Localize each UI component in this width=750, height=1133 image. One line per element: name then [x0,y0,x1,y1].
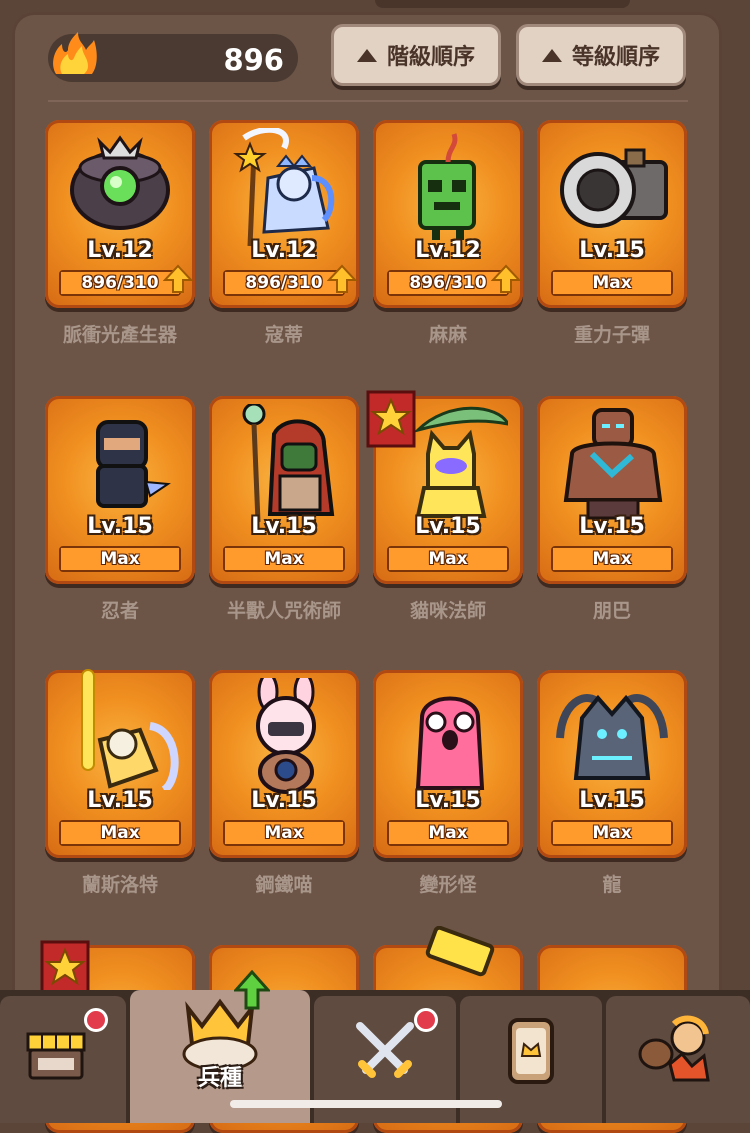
home-indicator [230,1100,502,1108]
progress-bar: Max [551,270,673,296]
flame-icon [53,32,97,74]
notification-badge [84,1008,108,1032]
unit-name: 重力子彈 [573,324,650,346]
bunny-robot-icon [256,678,316,794]
cactus-icon [418,133,476,240]
guild-icon [638,1015,710,1082]
green-up-arrow-icon [234,970,270,1010]
sort-by-level-button[interactable]: 等級順序 [516,24,686,86]
unit-level: Lv.12 [415,238,481,263]
orc-shaman-icon [242,404,335,523]
ice-mage-icon [233,128,335,247]
unit-name: 脈衝光產生器 [62,324,177,346]
unit-card[interactable]: Lv.12 896/310 [373,120,523,308]
progress-bar: Max [59,820,181,846]
hammer-icon [425,926,495,977]
unit-card[interactable]: Lv.15 Max [537,396,687,584]
card-icon [508,1018,554,1084]
progress-bar: Max [223,820,345,846]
upgrade-arrow-icon [491,264,521,293]
unit-name: 忍者 [100,600,139,622]
unit-card[interactable]: Lv.15 Max [209,396,359,584]
star-flag-icon [366,390,416,448]
currency-value: 896 [223,43,284,77]
triangle-up-icon [541,48,562,62]
sort-by-rank-button[interactable]: 階級順序 [331,24,501,86]
divider [48,100,688,102]
unit-level: Lv.15 [87,514,153,539]
tab-units-label: 兵種 [197,1066,242,1091]
unit-level: Lv.15 [415,788,481,813]
sort-by-rank-label: 階級順序 [386,45,475,70]
unit-name: 半獸人咒術師 [226,600,341,622]
unit-level: Lv.15 [579,788,645,813]
unit-name: 朋巴 [592,600,631,622]
unit-card[interactable]: Lv.15 Max [45,669,195,858]
golem-icon [563,408,663,520]
cannon-icon [560,148,668,228]
unit-card[interactable]: Lv.15 Max [45,396,195,584]
sort-by-level-label: 等級順序 [571,45,660,70]
unit-level: Lv.15 [415,514,481,539]
unit-level: Lv.15 [87,788,153,813]
unit-name: 鋼鐵喵 [255,874,313,896]
notification-badge [414,1008,438,1032]
unit-level: Lv.15 [579,514,645,539]
tab-shop[interactable] [0,996,126,1123]
upgrade-arrow-icon [327,264,357,293]
tab-guild[interactable] [606,996,750,1123]
shop-icon [26,1032,86,1080]
progress-bar: Max [387,546,509,572]
unit-name: 寇蒂 [264,324,303,346]
unit-name: 貓咪法師 [409,600,486,622]
unit-name: 蘭斯洛特 [81,874,158,896]
progress-bar: Max [387,820,509,846]
pulse-light-generator-icon [70,135,170,230]
ninja-icon [96,420,171,508]
unit-name: 麻麻 [428,324,467,346]
upgrade-arrow-icon [163,264,193,293]
unit-card[interactable]: Lv.15 Max [537,670,687,858]
unit-name: 龍 [602,874,622,896]
unit-level: Lv.15 [251,514,317,539]
unit-card[interactable]: Lv.12 896/310 [209,120,359,308]
top-notch [375,0,630,8]
crossed-swords-icon [356,1022,414,1078]
unit-card[interactable]: Lv.15 Max [209,670,359,858]
unit-level: Lv.15 [251,788,317,813]
unit-card[interactable]: Lv.15 Max [373,670,523,858]
unit-name: 變形怪 [419,874,477,896]
unit-card[interactable]: Lv.15 Max [537,120,687,308]
knight-icon [81,669,179,790]
progress-bar: Max [223,546,345,572]
triangle-up-icon [356,48,377,62]
unit-card[interactable]: Lv.12 896/310 [45,120,195,308]
unit-level: Lv.12 [87,238,153,263]
progress-bar: Max [551,546,673,572]
unit-level: Lv.15 [579,238,645,263]
unit-level: Lv.12 [251,238,317,263]
progress-bar: Max [59,546,181,572]
dragon-icon [556,694,668,780]
pink-blob-icon [415,696,485,790]
progress-bar: Max [551,820,673,846]
